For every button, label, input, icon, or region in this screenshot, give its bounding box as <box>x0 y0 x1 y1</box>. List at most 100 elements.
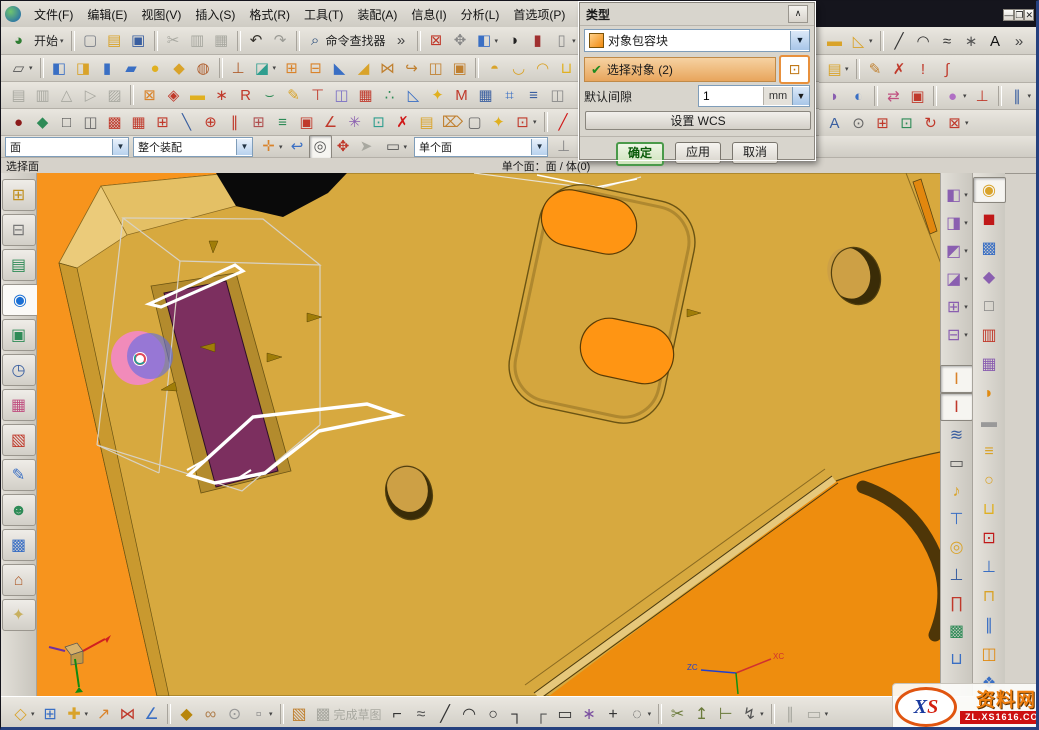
measure-box-button[interactable]: ⊠ <box>138 83 161 107</box>
collapse-button[interactable]: ∧ <box>788 5 808 23</box>
overflow-button[interactable]: » <box>1008 29 1031 53</box>
pencil-ruler-button[interactable]: ✎ <box>282 83 305 107</box>
slab-button[interactable]: ▬ <box>973 409 1006 435</box>
circle-sketch-button[interactable]: ○ <box>482 700 505 728</box>
spline-button[interactable]: ≈ <box>936 29 959 53</box>
bracket-button[interactable]: ▭ <box>940 449 973 477</box>
trim-recipe-button[interactable]: ↯▾ <box>738 700 767 728</box>
unite-button[interactable]: ◓ <box>483 56 506 80</box>
visualization-tab[interactable]: ▧ <box>2 424 36 456</box>
measure-distance-button[interactable]: ▬ <box>823 29 846 53</box>
color-sphere-button[interactable]: ●▾ <box>941 84 970 108</box>
open-box-button[interactable]: ⊔ <box>973 496 1006 522</box>
chevron-down-icon[interactable]: ▾ <box>869 37 873 45</box>
swept-button[interactable]: ◍ <box>192 56 215 80</box>
split-body-button[interactable]: ◫ <box>79 110 102 134</box>
radius-measure-button[interactable]: R <box>234 83 257 107</box>
line-sketch-button[interactable]: ╱ <box>434 700 457 728</box>
chevron-down-icon[interactable]: ▾ <box>533 118 537 126</box>
chevron-down-icon[interactable]: ▾ <box>648 710 652 718</box>
cross-grid-button[interactable]: ⊞ <box>247 110 270 134</box>
undo-button[interactable]: ↶ <box>245 29 268 53</box>
cursor-box-button[interactable]: ⊠▾ <box>943 111 972 135</box>
line-button[interactable]: ╱ <box>888 29 911 53</box>
angle-lines-button[interactable]: ∠ <box>319 110 342 134</box>
folder-grid-button[interactable]: ▤ <box>415 110 438 134</box>
wire-cube-button[interactable]: □ <box>55 110 78 134</box>
apply-button[interactable]: 应用 <box>675 142 721 164</box>
menu-item[interactable]: 插入(S) <box>188 5 242 25</box>
datum-plane-button[interactable]: ⊥ <box>227 56 250 80</box>
shell-button[interactable]: ⊔ <box>555 56 578 80</box>
chevron-down-icon[interactable]: ▾ <box>760 710 764 718</box>
command-finder-button[interactable]: ⌕命令查找器 <box>304 29 389 53</box>
dashed-trim-button[interactable]: ⊡ <box>973 525 1006 551</box>
edit-curve-button[interactable]: ✗ <box>888 57 911 81</box>
arc-sketch-button[interactable]: ◠ <box>458 700 481 728</box>
chevron-down-icon[interactable]: ▾ <box>269 710 273 718</box>
chevron-down-icon[interactable]: ▾ <box>964 247 968 255</box>
purple-flip-button[interactable]: ◆ <box>973 264 1006 290</box>
add-component-button[interactable]: ✚▾ <box>63 700 92 728</box>
new-file-button[interactable]: ▢ <box>79 29 102 53</box>
menu-item[interactable]: 信息(I) <box>404 5 453 25</box>
snap-perp-button[interactable]: ⊥ <box>552 135 575 159</box>
brush-tab[interactable]: ✎ <box>2 459 36 491</box>
annotation-a-button[interactable]: A <box>823 111 846 135</box>
intersect-button[interactable]: ◠ <box>531 56 554 80</box>
chevron-down-icon[interactable]: ▾ <box>845 65 849 73</box>
stamp-die-button[interactable]: ⊥ <box>973 554 1006 580</box>
chevron-down-icon[interactable]: ▾ <box>29 64 33 72</box>
window-frame-button[interactable]: □ <box>973 293 1006 319</box>
layer-settings-button[interactable]: ≡ <box>271 110 294 134</box>
draft-button[interactable]: ⋈ <box>376 56 399 80</box>
sphere-button[interactable]: ● <box>144 56 167 80</box>
show-hide-button[interactable]: ⊠ <box>425 29 448 53</box>
chevron-down-icon[interactable]: ▾ <box>964 219 968 227</box>
bolt-button[interactable]: ⊤ <box>940 505 973 533</box>
find-component-button[interactable]: ◇▾ <box>9 700 38 728</box>
cone-button[interactable]: ◆ <box>168 56 191 80</box>
type-filter-combo[interactable]: 面 ▼ <box>5 137 129 157</box>
cup-button[interactable]: ⊔ <box>940 645 973 673</box>
chamfer-button[interactable]: ◫ <box>424 56 447 80</box>
extrude-button[interactable]: ◧ <box>48 56 71 80</box>
red-block-button[interactable]: ◼ <box>973 206 1006 232</box>
resize-face-button[interactable]: ⊞▾ <box>940 293 973 321</box>
fillet-sketch-button[interactable]: ┌ <box>530 700 553 728</box>
chevron-down-icon[interactable]: ▾ <box>825 710 829 718</box>
part-navigator-tab[interactable]: ▤ <box>2 249 36 281</box>
rib-button[interactable]: ◣ <box>328 56 351 80</box>
dark-sphere-button[interactable]: ● <box>7 110 30 134</box>
chevron-down-icon[interactable]: ▾ <box>964 191 968 199</box>
close-button[interactable]: ✕ <box>1024 9 1034 21</box>
toolbar-overflow-button[interactable]: » <box>390 29 413 53</box>
wand-tab[interactable]: ✦ <box>2 599 36 631</box>
quad-grid-button[interactable]: ⊞ <box>871 111 894 135</box>
restore-button[interactable]: ❐ <box>1014 9 1024 21</box>
chevron-down-icon[interactable]: ▾ <box>964 275 968 283</box>
stamp-button[interactable]: ⊥ <box>971 84 994 108</box>
chevron-down-icon[interactable]: ▾ <box>273 64 277 72</box>
arc-button[interactable]: ◠ <box>912 29 935 53</box>
chevron-down-icon[interactable]: ▼ <box>792 87 809 105</box>
studio-surface-button[interactable]: ◗ <box>823 84 846 108</box>
angle-triangle-button[interactable]: ◺ <box>402 83 425 107</box>
bridge-curve-button[interactable]: ⌣ <box>258 83 281 107</box>
diagonal-line-button[interactable]: ╲ <box>175 110 198 134</box>
offset-curve-button[interactable]: ◌▾ <box>626 700 655 728</box>
move-face-button[interactable]: ◧▾ <box>940 181 973 209</box>
wrap-button[interactable]: ▩ <box>103 110 126 134</box>
menu-item[interactable]: 分析(L) <box>454 5 507 25</box>
web-button[interactable]: ✳ <box>343 110 366 134</box>
minimize-button[interactable]: — <box>1003 9 1014 21</box>
block-button[interactable]: ▮ <box>96 56 119 80</box>
text-frame-button[interactable]: ⊤ <box>306 83 329 107</box>
target-button[interactable]: ◎ <box>940 533 973 561</box>
measure-length-button[interactable]: ▬ <box>186 83 209 107</box>
measure-angle-button[interactable]: ◺▾ <box>847 29 876 53</box>
display-mode-button[interactable]: ◧▾ <box>473 29 502 53</box>
polyline-button[interactable]: ≋ <box>940 421 973 449</box>
pin-square-button[interactable]: ⊡ <box>895 111 918 135</box>
chevron-down-icon[interactable]: ▾ <box>279 143 283 151</box>
